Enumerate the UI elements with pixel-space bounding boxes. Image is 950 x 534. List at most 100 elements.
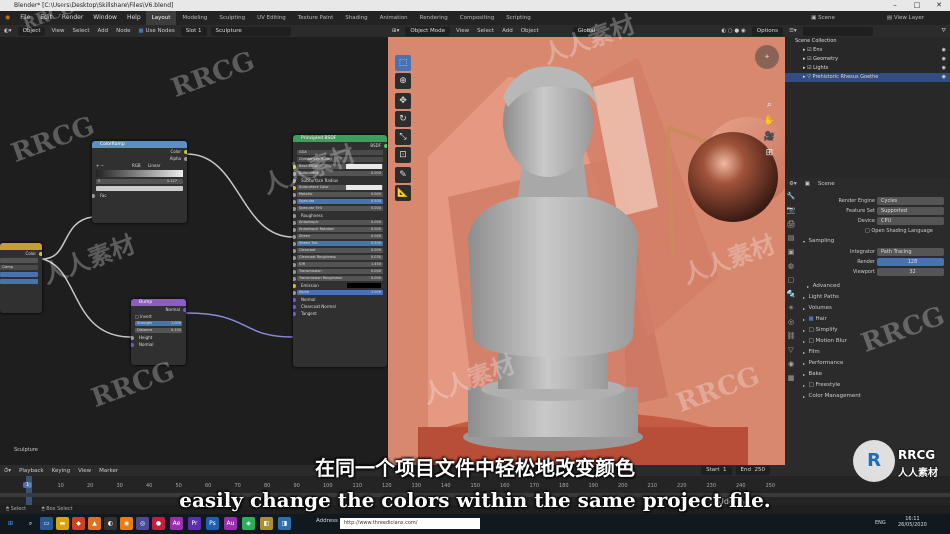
minimize-icon[interactable]: – <box>884 0 906 11</box>
interpolation-select[interactable]: Linear <box>148 162 160 169</box>
node-field[interactable] <box>0 272 38 277</box>
app-icon[interactable]: ◧ <box>260 517 273 530</box>
socket-dot[interactable] <box>92 193 95 198</box>
socket-dot[interactable] <box>293 290 296 295</box>
socket-dot[interactable] <box>131 342 134 347</box>
workspace-tab-layout[interactable]: Layout <box>145 11 177 25</box>
advanced-subpanel[interactable]: ▸ Advanced <box>785 281 950 292</box>
slot-select[interactable]: Slot 1 <box>180 26 207 36</box>
freestyle-checkbox[interactable]: □ <box>809 382 814 388</box>
principled-input-row[interactable]: Specular Tint 0.000 <box>293 205 387 212</box>
after-effects-icon[interactable]: Ae <box>170 517 183 530</box>
socket-dot[interactable] <box>131 335 134 340</box>
address-bar[interactable]: http://www.threedicians.com/ <box>340 518 480 529</box>
performance-panel[interactable]: ▸ Performance <box>785 358 950 369</box>
principled-input-row[interactable]: Alpha 1.000 <box>293 289 387 296</box>
principled-input-field[interactable]: Metallic 0.000 <box>297 192 383 197</box>
material-name-field[interactable]: Sculpture <box>210 26 291 36</box>
app-icon[interactable]: ◈ <box>242 517 255 530</box>
principled-input-field[interactable]: Clearcoat Roughness 0.030 <box>297 255 383 260</box>
close-icon[interactable]: ✕ <box>928 0 950 11</box>
simplify-checkbox[interactable]: □ <box>809 327 814 333</box>
principled-input-row[interactable]: Normal <box>293 296 387 303</box>
socket-dot[interactable] <box>293 304 296 309</box>
socket-dot[interactable] <box>293 269 296 274</box>
socket-dot[interactable] <box>293 255 296 260</box>
bump-node[interactable]: Bump Normal □ Invert Strength 1.000 Dista… <box>131 299 186 365</box>
light-paths-panel[interactable]: ▸ Light Paths <box>785 292 950 303</box>
workspace-tab-sculpting[interactable]: Sculpting <box>213 11 251 25</box>
principled-input-field[interactable]: Transmission Roughness 0.000 <box>297 276 383 281</box>
socket-dot[interactable] <box>293 297 296 302</box>
node-field[interactable] <box>0 258 38 263</box>
outliner-item-goethe[interactable]: ▸ ▽ Prehistoric Rhesus Goethe ◉ <box>785 73 950 82</box>
socket-dot[interactable] <box>183 307 186 312</box>
app-icon[interactable]: ◨ <box>278 517 291 530</box>
visibility-eye-icon[interactable]: ◉ <box>942 73 946 82</box>
socket-dot[interactable] <box>293 192 296 197</box>
principled-input-row[interactable]: IOR 1.450 <box>293 261 387 268</box>
app-icon[interactable]: ◐ <box>104 517 117 530</box>
start-button-icon[interactable]: ⊞ <box>4 517 17 530</box>
app-icon[interactable]: ● <box>152 517 165 530</box>
principled-input-row[interactable]: Sheen 0.000 <box>293 233 387 240</box>
integrator-select[interactable]: Path Tracing <box>877 248 944 256</box>
socket-dot[interactable] <box>293 248 296 253</box>
invert-checkbox[interactable]: □ <box>135 314 139 319</box>
principled-input-field[interactable]: Subsurface Color <box>297 185 383 190</box>
workspace-tab-uv-editing[interactable]: UV Editing <box>251 11 292 25</box>
principled-input-row[interactable]: Clearcoat Normal <box>293 303 387 310</box>
node-menu-add[interactable]: Add <box>94 25 113 37</box>
principled-input-row[interactable]: Roughness <box>293 212 387 219</box>
viewport-samples-field[interactable]: 32 <box>877 268 944 276</box>
emission-color-swatch[interactable] <box>347 283 381 288</box>
zoom-icon[interactable]: ⌕ <box>764 97 775 113</box>
viewport-menu-view[interactable]: View <box>452 25 473 37</box>
node-menu-view[interactable]: View <box>47 25 68 37</box>
principled-input-row[interactable]: Clearcoat 0.000 <box>293 247 387 254</box>
ramp-position-field[interactable]: 0 0.127 <box>96 179 183 184</box>
render-samples-field[interactable]: 128 <box>877 258 944 266</box>
use-nodes-checkbox[interactable]: ■ Use Nodes <box>135 25 179 37</box>
outliner-type-icon[interactable]: ☰▾ <box>785 25 801 37</box>
principled-input-field[interactable]: IOR 1.450 <box>297 262 383 267</box>
outliner-item-lights[interactable]: ▸ ☑ Lights ◉ <box>785 64 950 73</box>
viewport-shading-icons[interactable]: ◐ ○ ● ◉ <box>717 25 749 37</box>
principled-input-field[interactable]: Specular 0.500 <box>297 199 383 204</box>
workspace-tab-modeling[interactable]: Modeling <box>176 11 213 25</box>
outliner[interactable]: ☰▾ ⛛ Scene Collection ▸ ☑ Env ◉ ▸ ☑ Geomet… <box>785 25 950 178</box>
visibility-eye-icon[interactable]: ◉ <box>942 46 946 55</box>
vlc-icon[interactable]: ▲ <box>88 517 101 530</box>
principled-input-field[interactable]: Alpha 1.000 <box>297 290 383 295</box>
socket-dot[interactable] <box>293 234 296 239</box>
color-management-panel[interactable]: ▸ Color Management <box>785 391 950 402</box>
socket-dot[interactable] <box>293 213 296 218</box>
visibility-eye-icon[interactable]: ◉ <box>942 64 946 73</box>
workspace-tab-animation[interactable]: Animation <box>374 11 414 25</box>
principled-input-row[interactable]: Anisotropic 0.000 <box>293 219 387 226</box>
move-tool-icon[interactable]: ✥ <box>395 93 411 109</box>
app-icon[interactable]: Au <box>224 517 237 530</box>
principled-input-field[interactable]: Anisotropic Rotation 0.000 <box>297 227 383 232</box>
navigation-gizmo[interactable]: ✛ <box>755 45 779 69</box>
principled-input-field[interactable]: Anisotropic 0.000 <box>297 220 383 225</box>
freestyle-panel[interactable]: ▸ □ Freestyle <box>785 380 950 391</box>
principled-input-row[interactable]: Metallic 0.000 <box>293 191 387 198</box>
photoshop-icon[interactable]: Ps <box>206 517 219 530</box>
socket-dot[interactable] <box>293 227 296 232</box>
principled-input-field[interactable]: Transmission 0.000 <box>297 269 383 274</box>
socket-dot[interactable] <box>293 241 296 246</box>
task-view-icon[interactable]: ▭ <box>40 517 53 530</box>
principled-input-field[interactable]: Clearcoat 0.000 <box>297 248 383 253</box>
workspace-tab-rendering[interactable]: Rendering <box>414 11 454 25</box>
file-explorer-icon[interactable]: ▬ <box>56 517 69 530</box>
socket-dot[interactable] <box>184 156 187 161</box>
maximize-icon[interactable]: □ <box>906 0 928 11</box>
select-tool-icon[interactable]: ⬚ <box>395 55 411 71</box>
feature-set-select[interactable]: Supported <box>877 207 944 215</box>
editor-type-icon[interactable]: ◐▾ <box>0 25 16 37</box>
render-engine-select[interactable]: Cycles <box>877 197 944 205</box>
viewport-options-button[interactable]: Options <box>751 26 783 36</box>
color-swatch[interactable] <box>346 185 382 190</box>
measure-tool-icon[interactable]: 📐 <box>395 185 411 201</box>
